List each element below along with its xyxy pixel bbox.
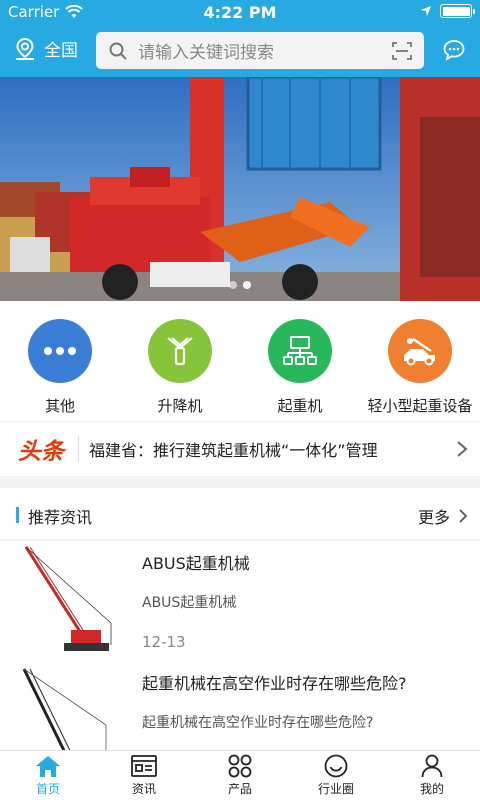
tab-mine[interactable]: 我的: [384, 751, 480, 800]
headline-text[interactable]: 福建省：推行建筑起重机械“一体化”管理: [89, 437, 456, 461]
category-label: 其他: [44, 397, 75, 415]
news-thumbnail: [16, 665, 126, 751]
home-icon: [36, 756, 60, 777]
news-thumbnail: [16, 545, 126, 657]
news-date: 12-13: [142, 633, 186, 651]
tow-icon: [388, 319, 452, 383]
search-icon: [109, 42, 127, 60]
more-icon: [28, 319, 92, 383]
map-pin-icon: [16, 37, 34, 60]
grid-icon: [228, 754, 252, 778]
section-title: 推荐资讯: [28, 508, 93, 527]
header: Carrier 4:22 PM 全国 请输入关键词搜索: [0, 0, 480, 77]
status-bar: Carrier 4:22 PM: [0, 0, 480, 24]
news-title: 起重机械在高空作业时存在哪些危险?: [142, 674, 407, 693]
category-label: 升降机: [157, 397, 203, 415]
list-item[interactable]: ABUS起重机械 ABUS起重机械 12-13: [0, 541, 480, 661]
news-title: ABUS起重机械: [142, 554, 250, 573]
tab-bar: 首页 资讯 产品 行业圈 我的: [0, 750, 480, 800]
more-link[interactable]: 更多: [418, 504, 468, 528]
divider: [78, 436, 79, 462]
news-icon: [131, 755, 157, 777]
tab-industry[interactable]: 行业圈: [288, 751, 384, 800]
category-label: 轻小型起重设备: [367, 397, 473, 415]
tab-home[interactable]: 首页: [0, 751, 96, 800]
scan-icon[interactable]: [392, 41, 412, 60]
location-selector[interactable]: 全国: [14, 36, 78, 61]
tab-label: 资讯: [131, 782, 156, 796]
tab-label: 我的: [419, 782, 444, 796]
tab-products[interactable]: 产品: [192, 751, 288, 800]
network-icon: [268, 319, 332, 383]
category-small-lifting[interactable]: 轻小型起重设备: [360, 301, 480, 421]
smile-icon: [324, 754, 348, 778]
category-other[interactable]: 其他: [0, 301, 120, 421]
message-icon[interactable]: [442, 38, 466, 62]
category-grid: 其他 升降机 起重机 轻小型起重设备: [0, 301, 480, 421]
lift-icon: [148, 319, 212, 383]
more-label: 更多: [417, 508, 450, 527]
tab-label: 行业圈: [317, 782, 354, 796]
tab-label: 首页: [35, 782, 60, 796]
search-input[interactable]: 请输入关键词搜索: [138, 38, 392, 63]
headline-ticker[interactable]: 头条 福建省：推行建筑起重机械“一体化”管理: [0, 422, 480, 476]
battery-icon: [440, 4, 475, 18]
headline-badge: 头条: [18, 439, 64, 465]
chevron-right-icon: [459, 509, 468, 523]
carousel-dot-active[interactable]: [243, 281, 251, 289]
category-label: 起重机: [277, 397, 323, 415]
chevron-right-icon[interactable]: [456, 440, 468, 458]
carousel-indicator: [0, 281, 480, 289]
list-item[interactable]: 起重机械在高空作业时存在哪些危险? 起重机械在高空作业时存在哪些危险?: [0, 661, 480, 751]
category-lift[interactable]: 升降机: [120, 301, 240, 421]
banner-carousel[interactable]: [0, 77, 480, 301]
news-subtitle: 起重机械在高空作业时存在哪些危险?: [142, 715, 374, 731]
location-label: 全国: [44, 41, 78, 61]
section-accent-bar: [16, 507, 19, 523]
status-time: 4:22 PM: [203, 3, 277, 22]
status-right: [420, 4, 475, 18]
tab-news[interactable]: 资讯: [96, 751, 192, 800]
banner-image: [0, 77, 480, 301]
recommend-header: 推荐资讯 更多: [0, 488, 480, 540]
search-bar[interactable]: 请输入关键词搜索: [96, 32, 424, 69]
news-subtitle: ABUS起重机械: [142, 595, 237, 611]
tab-label: 产品: [227, 782, 252, 796]
category-crane[interactable]: 起重机: [240, 301, 360, 421]
carousel-dot[interactable]: [229, 281, 237, 289]
location-arrow-icon: [421, 6, 431, 16]
user-icon: [421, 754, 443, 778]
navbar: 全国 请输入关键词搜索: [0, 28, 480, 74]
